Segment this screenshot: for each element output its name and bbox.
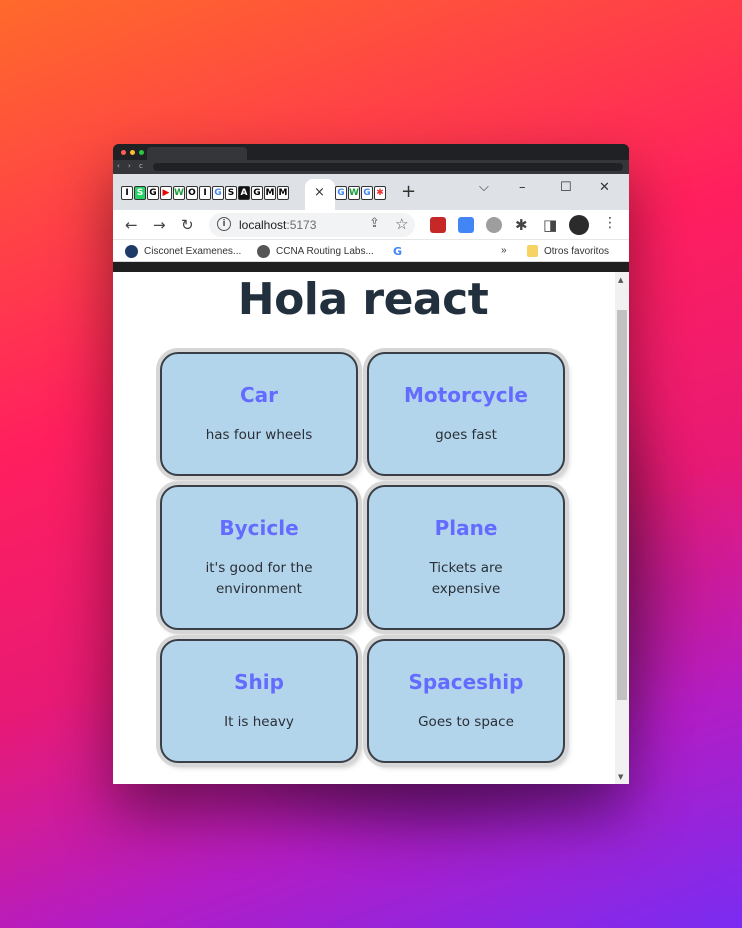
card-title: Bycicle — [219, 515, 299, 540]
card-title: Motorcycle — [404, 382, 528, 407]
vehicle-cards-grid: Car has four wheels Motorcycle goes fast… — [160, 352, 565, 772]
tab-favicon-icon[interactable]: S — [134, 186, 146, 200]
vehicle-card: Car has four wheels — [160, 352, 358, 476]
outer-nav-arrows-icon[interactable]: ‹ › c — [117, 162, 146, 170]
tab-favicon-icon[interactable]: M — [277, 186, 289, 200]
traffic-lights — [121, 150, 144, 155]
maximize-button[interactable]: ☐ — [560, 180, 572, 195]
tab-favicon-icon[interactable]: G — [147, 186, 159, 200]
tab-favicon-icon[interactable]: G — [251, 186, 263, 200]
pinned-tabs-right: G W G ✱ — [335, 186, 386, 200]
tab-favicon-icon[interactable]: ✱ — [374, 186, 386, 200]
card-title: Plane — [434, 515, 498, 540]
card-description: has four wheels — [205, 426, 313, 443]
bookmark-item[interactable]: Cisconet Examenes... — [125, 245, 241, 258]
url-host: localhost — [239, 218, 287, 232]
bookmark-label: CCNA Routing Labs... — [276, 246, 374, 257]
zoom-dot-icon[interactable] — [139, 150, 144, 155]
page-title: Hola react — [237, 274, 489, 325]
bookmark-label: Cisconet Examenes... — [144, 246, 242, 257]
bookmarks-bar: Cisconet Examenes... CCNA Routing Labs..… — [113, 240, 629, 262]
folder-icon — [527, 245, 538, 257]
tab-favicon-icon[interactable]: W — [348, 186, 360, 200]
active-tab[interactable]: × — [305, 179, 335, 210]
card-description: It is heavy — [224, 713, 294, 730]
profile-avatar[interactable] — [569, 215, 589, 235]
vehicle-card: Spaceship Goes to space — [367, 639, 565, 763]
scrollbar-thumb[interactable] — [617, 310, 627, 700]
tab-close-icon[interactable]: × — [314, 185, 325, 200]
google-icon: G — [393, 245, 403, 258]
extension-icon[interactable] — [486, 217, 502, 233]
card-description: goes fast — [435, 426, 497, 443]
tab-favicon-icon[interactable]: W — [173, 186, 185, 200]
tab-favicon-icon[interactable]: G — [212, 186, 224, 200]
extension-icon[interactable] — [430, 217, 446, 233]
outer-nav-bar: ‹ › c — [113, 160, 629, 174]
tab-search-icon[interactable]: ⌵ — [479, 180, 489, 195]
card-title: Spaceship — [408, 669, 524, 694]
tab-favicon-icon[interactable]: I — [199, 186, 211, 200]
vehicle-card: Ship It is heavy — [160, 639, 358, 763]
tab-favicon-icon[interactable]: O — [186, 186, 198, 200]
tab-favicon-icon[interactable]: S — [225, 186, 237, 200]
tab-favicon-icon[interactable]: M — [264, 186, 276, 200]
bookmark-star-icon[interactable]: ☆ — [395, 215, 408, 233]
extensions-puzzle-icon[interactable]: ✱ — [515, 216, 528, 234]
vehicle-card: Motorcycle goes fast — [367, 352, 565, 476]
back-button[interactable]: ← — [125, 216, 138, 234]
reload-button[interactable]: ↻ — [181, 216, 194, 234]
card-description: Tickets are expensive — [429, 559, 503, 597]
vehicle-card: Plane Tickets are expensive — [367, 485, 565, 630]
address-bar[interactable]: i localhost:5173 ⇪ ☆ — [209, 213, 415, 237]
browser-window: ‹ › c I S G ▶ W O I G S A G M M × G W G … — [113, 144, 629, 784]
card-title: Ship — [234, 669, 284, 694]
tab-favicon-icon[interactable]: G — [335, 186, 347, 200]
share-icon[interactable]: ⇪ — [369, 216, 380, 231]
url-text: localhost:5173 — [239, 218, 316, 232]
tab-favicon-icon[interactable]: A — [238, 186, 250, 200]
scroll-up-arrow-icon[interactable]: ▲ — [618, 276, 623, 284]
tab-favicon-icon[interactable]: I — [121, 186, 133, 200]
tab-favicon-icon[interactable]: ▶ — [160, 186, 172, 200]
other-bookmarks-label: Otros favoritos — [544, 245, 610, 257]
minimize-button[interactable]: – — [519, 180, 526, 195]
vehicle-card: Bycicle it's good for the environment — [160, 485, 358, 630]
outer-tab[interactable] — [147, 147, 247, 160]
page-scrollbar[interactable]: ▲ ▼ — [615, 272, 629, 784]
scroll-down-arrow-icon[interactable]: ▼ — [618, 773, 623, 781]
other-bookmarks-folder[interactable]: Otros favoritos — [527, 245, 609, 257]
card-description: Goes to space — [418, 713, 514, 730]
pinned-tabs-left: I S G ▶ W O I G S A G M M — [121, 186, 289, 200]
tab-favicon-icon[interactable]: G — [361, 186, 373, 200]
page-viewport: Hola react Car has four wheels Motorcycl… — [113, 272, 629, 784]
menu-kebab-icon[interactable]: ⋮ — [603, 215, 617, 231]
card-description: it's good for the environment — [205, 559, 313, 597]
bookmark-favicon-icon — [125, 245, 138, 258]
close-window-button[interactable]: ✕ — [599, 180, 610, 195]
bookmark-item[interactable]: CCNA Routing Labs... — [257, 245, 374, 258]
bookmark-item[interactable]: G — [393, 245, 402, 258]
close-dot-icon[interactable] — [121, 150, 126, 155]
forward-button[interactable]: → — [153, 216, 166, 234]
translate-extension-icon[interactable] — [458, 217, 474, 233]
card-title: Car — [239, 382, 279, 407]
tab-strip: I S G ▶ W O I G S A G M M × G W G ✱ + ⌵ … — [113, 174, 629, 210]
browser-toolbar: ← → ↻ i localhost:5173 ⇪ ☆ ✱ ◨ ⋮ — [113, 210, 629, 240]
new-tab-button[interactable]: + — [401, 181, 416, 202]
outer-address-bar[interactable] — [153, 163, 623, 171]
bookmarks-overflow-button[interactable]: » — [501, 245, 507, 256]
outer-title-bar — [113, 144, 629, 160]
url-port: :5173 — [286, 218, 317, 232]
minimize-dot-icon[interactable] — [130, 150, 135, 155]
side-panel-icon[interactable]: ◨ — [543, 216, 557, 234]
site-info-icon[interactable]: i — [217, 217, 231, 231]
globe-icon — [257, 245, 270, 258]
